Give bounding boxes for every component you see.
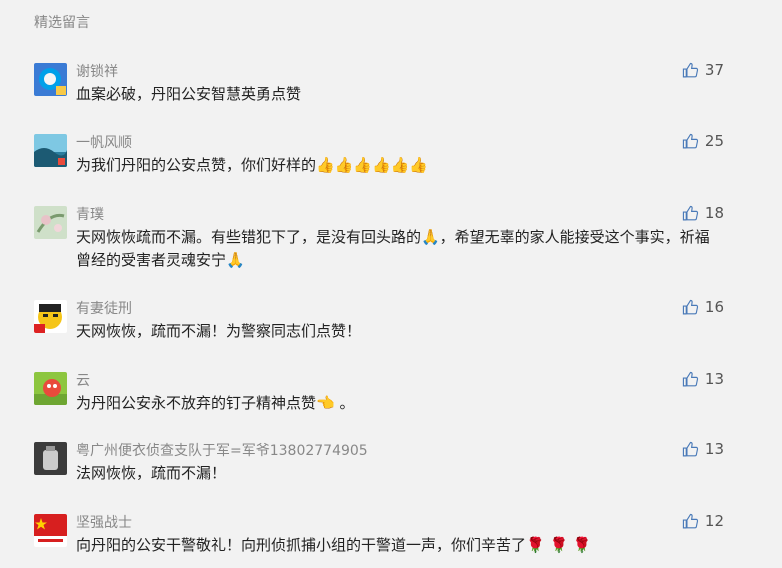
thumbs-up-icon bbox=[682, 299, 699, 314]
comment-nickname[interactable]: 粤广州便衣侦查支队于军=军爷13802774905 bbox=[76, 440, 368, 460]
avatar-image bbox=[34, 514, 67, 547]
comment-nickname[interactable]: 坚强战士 bbox=[76, 512, 132, 532]
avatar-image bbox=[34, 134, 67, 167]
avatar-image bbox=[34, 300, 67, 333]
avatar[interactable] bbox=[34, 372, 67, 405]
comment-text: 天网恢恢，疏而不漏！为警察同志们点赞！ bbox=[76, 322, 362, 340]
like-count: 12 bbox=[704, 512, 724, 530]
like-button[interactable]: 16 bbox=[682, 298, 724, 316]
like-count: 13 bbox=[704, 370, 724, 388]
thumbs-up-icon bbox=[682, 371, 699, 386]
thumbs-up-icon bbox=[682, 441, 699, 456]
avatar[interactable] bbox=[34, 300, 67, 333]
like-button[interactable]: 12 bbox=[682, 512, 724, 530]
comment-text: 法网恢恢，疏而不漏！ bbox=[76, 464, 227, 482]
comment-nickname[interactable]: 有妻徒刑 bbox=[76, 298, 132, 318]
comment-text: 向丹阳的公安干警敬礼！向刑侦抓捕小组的干警道一声，你们辛苦了🌹 🌹 🌹 bbox=[76, 536, 592, 554]
comment-nickname[interactable]: 云 bbox=[76, 370, 90, 390]
thumbs-up-icon bbox=[682, 62, 699, 77]
comment-nickname[interactable]: 一帆风顺 bbox=[76, 132, 132, 152]
thumbs-up-icon bbox=[682, 513, 699, 528]
avatar[interactable] bbox=[34, 206, 67, 239]
like-button[interactable]: 13 bbox=[682, 440, 724, 458]
comment-text: 天网恢恢疏而不漏。有些错犯下了，是没有回头路的🙏，希望无辜的家人能接受这个事实，… bbox=[76, 228, 710, 269]
thumbs-up-icon bbox=[682, 133, 699, 148]
like-count: 16 bbox=[704, 298, 724, 316]
avatar-image bbox=[34, 63, 67, 96]
like-button[interactable]: 37 bbox=[682, 61, 724, 79]
avatar[interactable] bbox=[34, 442, 67, 475]
comment-nickname[interactable]: 谢锁祥 bbox=[76, 61, 118, 81]
avatar-image bbox=[34, 442, 67, 475]
avatar[interactable] bbox=[34, 134, 67, 167]
like-count: 13 bbox=[704, 440, 724, 458]
avatar[interactable] bbox=[34, 514, 67, 547]
like-button[interactable]: 18 bbox=[682, 204, 724, 222]
avatar[interactable] bbox=[34, 63, 67, 96]
like-count: 18 bbox=[704, 204, 724, 222]
section-title: 精选留言 bbox=[34, 15, 90, 31]
like-button[interactable]: 13 bbox=[682, 370, 724, 388]
like-count: 37 bbox=[704, 61, 724, 79]
like-count: 25 bbox=[704, 132, 724, 150]
comment-text: 血案必破，丹阳公安智慧英勇点赞 bbox=[76, 85, 302, 103]
avatar-image bbox=[34, 372, 67, 405]
comment-text: 为我们丹阳的公安点赞，你们好样的👍👍👍👍👍👍 bbox=[76, 156, 429, 174]
comment-nickname[interactable]: 青璞 bbox=[76, 204, 104, 224]
like-button[interactable]: 25 bbox=[682, 132, 724, 150]
thumbs-up-icon bbox=[682, 205, 699, 220]
comment-text: 为丹阳公安永不放弃的钉子精神点赞👈 。 bbox=[76, 394, 355, 412]
avatar-image bbox=[34, 206, 67, 239]
